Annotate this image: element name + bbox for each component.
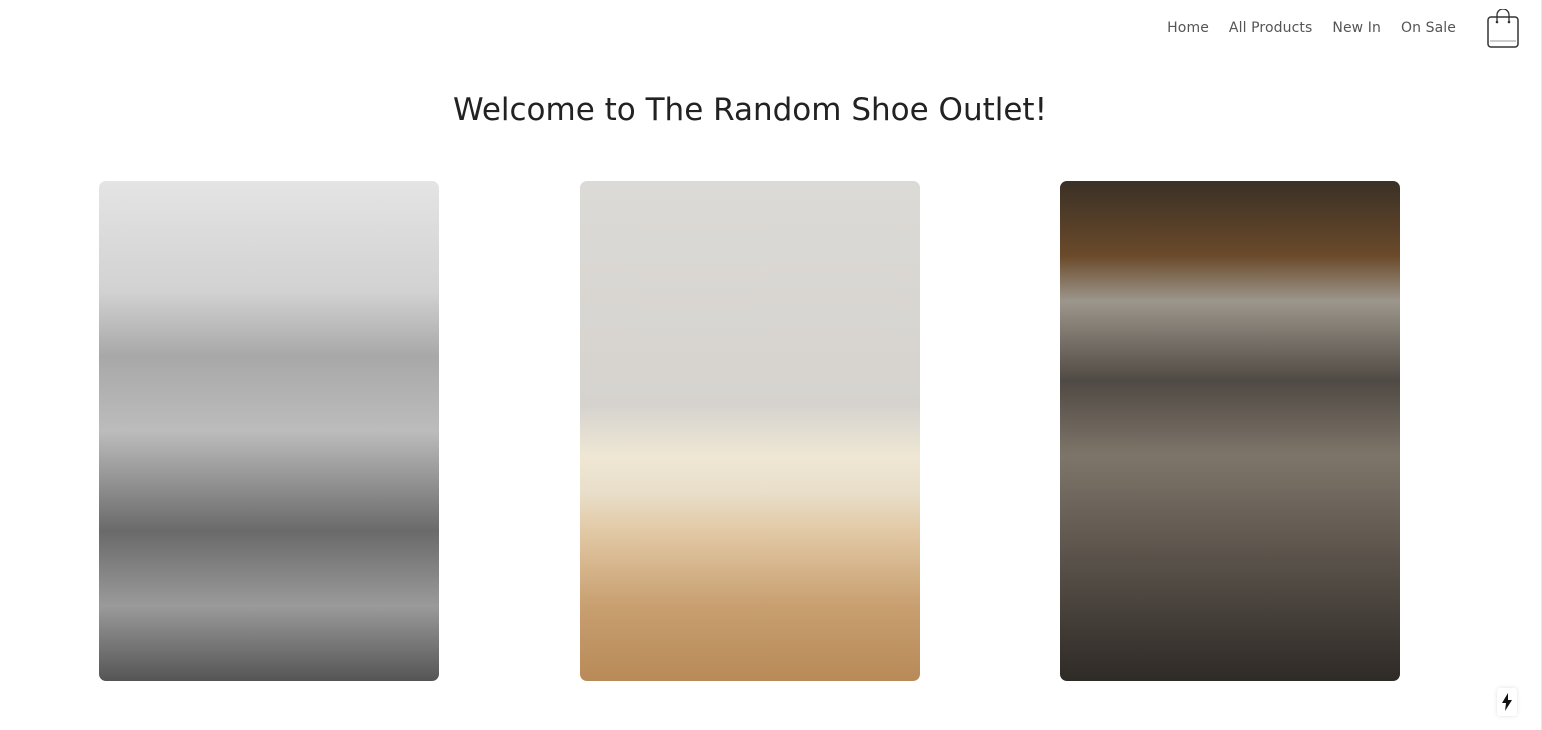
shopping-bag-icon[interactable] [1486,8,1520,49]
nav-home[interactable]: Home [1167,20,1209,36]
product-image-smiley-sidewalk-sneakers[interactable] [1060,181,1400,681]
nav-new-in[interactable]: New In [1332,20,1381,36]
product-image-shopping-cart-sneakers[interactable] [99,181,439,681]
lightning-bolt-icon[interactable] [1497,688,1517,716]
main-nav: Home All Products New In On Sale [1167,20,1456,36]
product-image-white-sneakers[interactable] [580,181,920,681]
nav-all-products[interactable]: All Products [1229,20,1312,36]
nav-on-sale[interactable]: On Sale [1401,20,1456,36]
page-title: Welcome to The Random Shoe Outlet! [452,92,1048,128]
